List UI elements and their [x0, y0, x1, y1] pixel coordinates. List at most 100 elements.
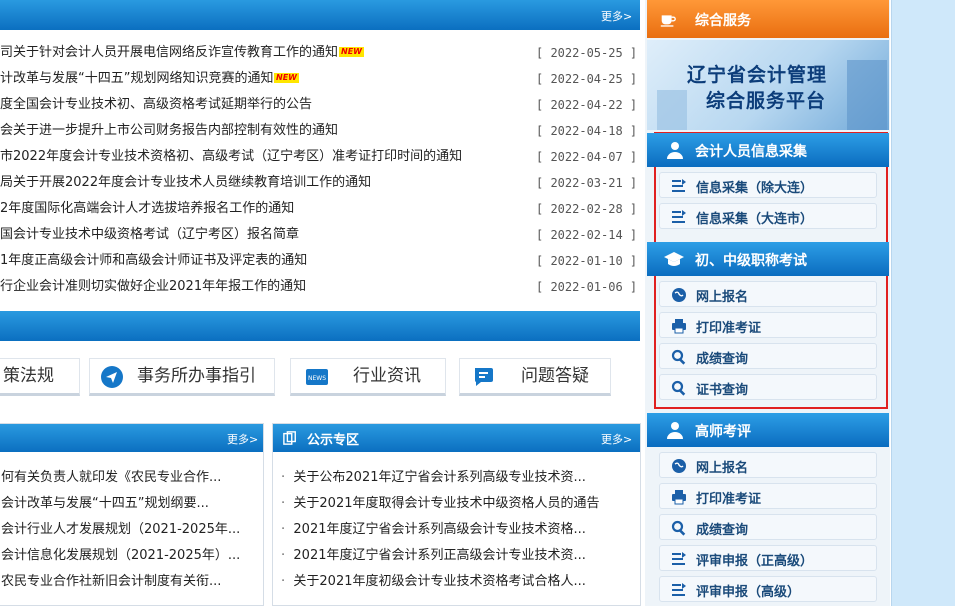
- exam-score-query-button[interactable]: 成绩查询: [659, 343, 877, 369]
- public-item[interactable]: · 关于公布2021年辽宁省会计系列高级专业技术资...: [281, 466, 633, 485]
- bullet-dot: ·: [281, 522, 294, 537]
- senior-print-ticket-button[interactable]: 打印准考证: [659, 483, 877, 509]
- cup-icon: [660, 15, 676, 27]
- policy-item[interactable]: 会计信息化发展规划（2021-2025年）...: [1, 544, 241, 563]
- info-collect-title: 会计人员信息采集: [695, 144, 807, 160]
- notice-item[interactable]: 局关于开展2022年度会计专业技术人员继续教育培训工作的通知 [ 2022-03-…: [0, 170, 640, 196]
- info-collect-non-dalian-button[interactable]: 信息采集（除大连）: [659, 172, 877, 198]
- policy-item[interactable]: 会计行业人才发展规划（2021-2025年...: [1, 518, 241, 537]
- new-badge: NEW: [339, 47, 364, 57]
- notice-more-link[interactable]: 更多>: [601, 8, 632, 24]
- notice-date: [ 2022-04-18 ]: [536, 124, 638, 138]
- graduation-cap-icon: [664, 252, 684, 266]
- notice-item[interactable]: 会关于进一步提升上市公司财务报告内部控制有效性的通知 [ 2022-04-18 ]: [0, 118, 640, 144]
- svg-text:NEWS: NEWS: [308, 375, 326, 382]
- notice-item[interactable]: 国会计专业技术中级资格考试（辽宁考区）报名简章 [ 2022-02-14 ]: [0, 222, 640, 248]
- printer-icon: [672, 319, 686, 334]
- banner-title-line1: 辽宁省会计管理: [687, 64, 828, 86]
- bullet-dot: ·: [281, 496, 294, 511]
- notice-date: [ 2022-05-25 ]: [536, 46, 638, 60]
- public-item[interactable]: · 2021年度辽宁省会计系列高级会计专业技术资格...: [281, 518, 633, 537]
- notice-item[interactable]: 行企业会计准则切实做好企业2021年年报工作的通知 [ 2022-01-06 ]: [0, 274, 640, 300]
- notice-title: 局关于开展2022年度会计专业技术人员继续教育培训工作的通知: [0, 175, 372, 190]
- notice-date: [ 2022-04-07 ]: [536, 150, 638, 164]
- notice-title: 市2022年度会计专业技术资格初、高级考试（辽宁考区）准考证打印时间的通知: [0, 149, 463, 164]
- senior-review-apply-full-button[interactable]: 评审申报（正高级）: [659, 545, 877, 571]
- quick-link-office-guide[interactable]: 事务所办事指引: [89, 358, 275, 396]
- senior-score-query-button[interactable]: 成绩查询: [659, 514, 877, 540]
- info-collect-header: 会计人员信息采集: [647, 133, 889, 167]
- notice-date: [ 2022-02-28 ]: [536, 202, 638, 216]
- list-icon: [672, 552, 686, 565]
- public-item[interactable]: · 2021年度辽宁省会计系列正高级会计专业技术资...: [281, 544, 633, 563]
- exam-register-button[interactable]: 网上报名: [659, 281, 877, 307]
- quick-link-qa[interactable]: 问题答疑: [459, 358, 611, 396]
- notice-date: [ 2022-04-25 ]: [536, 72, 638, 86]
- policy-panel-header: 更多>: [0, 424, 263, 452]
- notice-title: 2年度国际化高端会计人才选拔培养报名工作的通知: [0, 201, 295, 216]
- notice-item[interactable]: 司关于针对会计人员开展电信网络反诈宣传教育工作的通知 NEW [ 2022-05-2…: [0, 40, 640, 66]
- notice-date: [ 2022-04-22 ]: [536, 98, 638, 112]
- user-icon: [667, 142, 683, 159]
- user-icon: [667, 422, 683, 439]
- search-icon: [671, 380, 686, 396]
- search-icon: [671, 349, 686, 365]
- policy-item[interactable]: 会计改革与发展“十四五”规划纲要...: [1, 492, 241, 511]
- button-label: 网上报名: [696, 290, 749, 305]
- notice-item[interactable]: 计改革与发展“十四五”规划网络知识竞赛的通知 NEW [ 2022-04-25 ]: [0, 66, 640, 92]
- exam-header: 初、中级职称考试: [647, 242, 889, 276]
- notice-title: 国会计专业技术中级资格考试（辽宁考区）报名简章: [0, 227, 300, 242]
- quick-link-industry-news[interactable]: NEWS 行业资讯: [290, 358, 446, 396]
- notice-item[interactable]: 度全国会计专业技术初、高级资格考试延期举行的公告 [ 2022-04-22 ]: [0, 92, 640, 118]
- button-label: 证书查询: [696, 383, 749, 398]
- notice-item[interactable]: 市2022年度会计专业技术资格初、高级考试（辽宁考区）准考证打印时间的通知 [ 2…: [0, 144, 640, 170]
- public-panel-title: 公示专区: [307, 433, 360, 448]
- policy-item[interactable]: 何有关负责人就印发《农民专业合作...: [1, 466, 241, 485]
- notice-title: 司关于针对会计人员开展电信网络反诈宣传教育工作的通知: [0, 45, 339, 60]
- notice-date: [ 2022-01-10 ]: [536, 254, 638, 268]
- button-label: 网上报名: [696, 461, 749, 476]
- public-item[interactable]: · 关于2021年度初级会计专业技术资格考试合格人...: [281, 570, 633, 589]
- section-divider-bar: [0, 311, 640, 341]
- banner-decoration: [657, 90, 687, 130]
- globe-icon: [672, 459, 686, 473]
- public-item-text: 2021年度辽宁省会计系列高级会计专业技术资格...: [293, 522, 586, 537]
- exam-title: 初、中级职称考试: [695, 253, 807, 269]
- notice-date: [ 2022-02-14 ]: [536, 228, 638, 242]
- policy-panel: 更多> 何有关负责人就印发《农民专业合作... 会计改革与发展“十四五”规划纲要…: [0, 423, 264, 606]
- notice-item[interactable]: 2年度国际化高端会计人才选拔培养报名工作的通知 [ 2022-02-28 ]: [0, 196, 640, 222]
- platform-banner[interactable]: 辽宁省会计管理 综合服务平台: [647, 40, 889, 130]
- public-more-link[interactable]: 更多>: [601, 431, 632, 447]
- exam-certificate-query-button[interactable]: 证书查询: [659, 374, 877, 400]
- notice-title: 会关于进一步提升上市公司财务报告内部控制有效性的通知: [0, 123, 339, 138]
- quick-link-policy[interactable]: 策法规: [0, 358, 80, 396]
- public-item-text: 2021年度辽宁省会计系列正高级会计专业技术资...: [293, 548, 586, 563]
- bullet-dot: ·: [281, 574, 294, 589]
- quick-link-label: 行业资讯: [353, 366, 421, 386]
- quick-link-label: 事务所办事指引: [137, 366, 256, 386]
- notice-title: 计改革与发展“十四五”规划网络知识竞赛的通知: [0, 71, 274, 86]
- notice-item[interactable]: 1年度正高级会计师和高级会计师证书及评定表的通知 [ 2022-01-10 ]: [0, 248, 640, 274]
- senior-review-title: 高师考评: [695, 424, 751, 440]
- policy-item[interactable]: 农民专业合作社新旧会计制度有关衔...: [1, 570, 241, 589]
- list-icon: [672, 179, 686, 192]
- globe-icon: [672, 288, 686, 302]
- info-collect-dalian-button[interactable]: 信息采集（大连市）: [659, 203, 877, 229]
- printer-icon: [672, 490, 686, 505]
- senior-register-button[interactable]: 网上报名: [659, 452, 877, 478]
- send-icon: [101, 366, 123, 388]
- senior-review-apply-button[interactable]: 评审申报（高级）: [659, 576, 877, 602]
- quick-link-label: 问题答疑: [521, 366, 589, 386]
- service-title: 综合服务: [695, 13, 751, 29]
- notice-list: 司关于针对会计人员开展电信网络反诈宣传教育工作的通知 NEW[ 2022-05-2…: [0, 40, 640, 300]
- policy-more-link[interactable]: 更多>: [227, 431, 258, 447]
- public-item[interactable]: · 关于2021年度取得会计专业技术中级资格人员的通告: [281, 492, 633, 511]
- button-label: 成绩查询: [696, 352, 749, 367]
- exam-print-ticket-button[interactable]: 打印准考证: [659, 312, 877, 338]
- new-badge: NEW: [274, 73, 299, 83]
- bullet-dot: ·: [281, 548, 294, 563]
- notice-date: [ 2022-03-21 ]: [536, 176, 638, 190]
- banner-title-line2: 综合服务平台: [706, 90, 827, 112]
- button-label: 打印准考证: [696, 492, 762, 507]
- button-label: 信息采集（除大连）: [696, 181, 814, 196]
